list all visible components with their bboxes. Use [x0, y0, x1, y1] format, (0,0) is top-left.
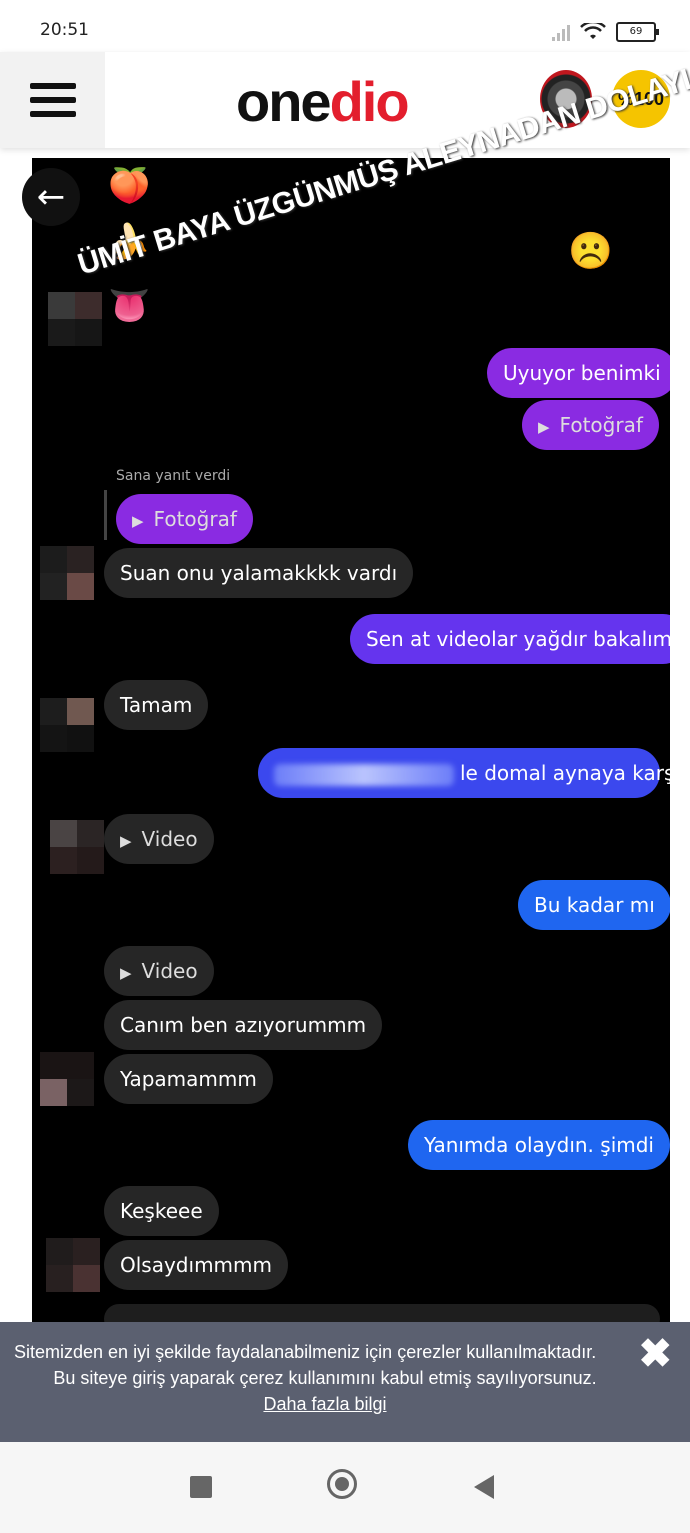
message-bubble-incoming[interactable]: Yapamammm	[104, 1054, 273, 1104]
avatar	[40, 546, 94, 600]
message-bubble-incoming[interactable]: Canım ben azıyorummm	[104, 1000, 383, 1050]
status-icons: 69	[552, 22, 659, 42]
back-nav-button[interactable]	[474, 1475, 494, 1499]
hamburger-icon-line	[29, 111, 76, 117]
back-button[interactable]: ←	[22, 168, 80, 226]
media-label: Video	[141, 827, 198, 851]
photo-message-incoming[interactable]: ▶ Fotoğraf	[116, 494, 253, 544]
reply-line	[104, 490, 107, 540]
hamburger-icon-line	[29, 97, 76, 103]
logo-one-text: one	[236, 70, 332, 133]
recent-apps-button[interactable]	[190, 1476, 212, 1498]
logo-dio-text: dio	[329, 70, 410, 133]
close-cookie-button[interactable]: ✖	[638, 1332, 672, 1376]
message-text: le domal aynaya karşı	[460, 761, 670, 785]
play-icon: ▶	[120, 832, 132, 850]
chat-screenshot: 🍑 🍌 👅 Uyuyor benimki ▶ Fotoğraf ▶ Fotoğraf…	[32, 158, 670, 1448]
message-bubble-outgoing[interactable]: Yanımda olaydın. şimdi	[408, 1120, 670, 1170]
cookie-more-info: Daha fazla bilgi	[0, 1394, 650, 1415]
message-bubble-incoming[interactable]: Tamam	[104, 680, 209, 730]
onedio-logo[interactable]: onedio	[236, 70, 410, 133]
avatar	[50, 820, 104, 874]
blurred-name	[274, 763, 454, 786]
message-bubble-incoming[interactable]: Suan onu yalamakkkk vardı	[104, 548, 414, 598]
media-label: Video	[141, 959, 198, 983]
play-icon: ▶	[538, 418, 550, 436]
reply-label: Sana yanıt verdi	[116, 468, 231, 484]
system-nav-bar	[0, 1442, 690, 1533]
media-label: Fotoğraf	[559, 413, 643, 437]
sad-face-emoji-icon: ☹️	[568, 231, 613, 272]
media-label: Fotoğraf	[153, 507, 237, 531]
status-bar: 20:51 69	[0, 0, 690, 52]
message-bubble-outgoing[interactable]: Sen at videolar yağdır bakalım	[350, 614, 670, 664]
play-icon: ▶	[120, 964, 132, 982]
photo-message-outgoing[interactable]: ▶ Fotoğraf	[522, 400, 659, 450]
avatar	[48, 292, 102, 346]
avatar	[40, 698, 94, 752]
play-icon: ▶	[132, 512, 144, 530]
cookie-text-line2: Bu siteye giriş yaparak çerez kullanımın…	[53, 1368, 597, 1388]
message-bubble-outgoing[interactable]: Uyuyor benimki	[487, 348, 670, 398]
arrow-left-icon: ←	[36, 177, 66, 217]
message-bubble-incoming[interactable]: Olsaydımmmm	[104, 1240, 288, 1290]
home-button[interactable]	[327, 1469, 357, 1499]
cookie-banner: Sitemizden en iyi şekilde faydalanabilme…	[0, 1322, 690, 1442]
video-message-incoming[interactable]: ▶ Video	[104, 946, 214, 996]
more-info-link[interactable]: Daha fazla bilgi	[263, 1394, 386, 1414]
status-time: 20:51	[40, 20, 89, 40]
wifi-icon	[580, 23, 606, 39]
message-bubble-outgoing[interactable]: le domal aynaya karşı	[258, 748, 670, 798]
hamburger-menu-button[interactable]	[0, 52, 105, 148]
tongue-emoji-icon: 👅	[108, 286, 151, 326]
battery-icon: 69	[616, 22, 659, 42]
message-bubble-incoming[interactable]: Keşkeee	[104, 1186, 219, 1236]
video-message-incoming[interactable]: ▶ Video	[104, 814, 214, 864]
peach-emoji-icon: 🍑	[108, 166, 151, 206]
hamburger-icon	[29, 83, 76, 89]
avatar	[46, 1238, 100, 1292]
signal-icon	[552, 23, 570, 41]
avatar	[40, 1052, 94, 1106]
cookie-text-line1: Sitemizden en iyi şekilde faydalanabilme…	[14, 1342, 597, 1362]
message-bubble-outgoing[interactable]: Bu kadar mı	[518, 880, 670, 930]
close-icon: ✖	[638, 1332, 672, 1376]
